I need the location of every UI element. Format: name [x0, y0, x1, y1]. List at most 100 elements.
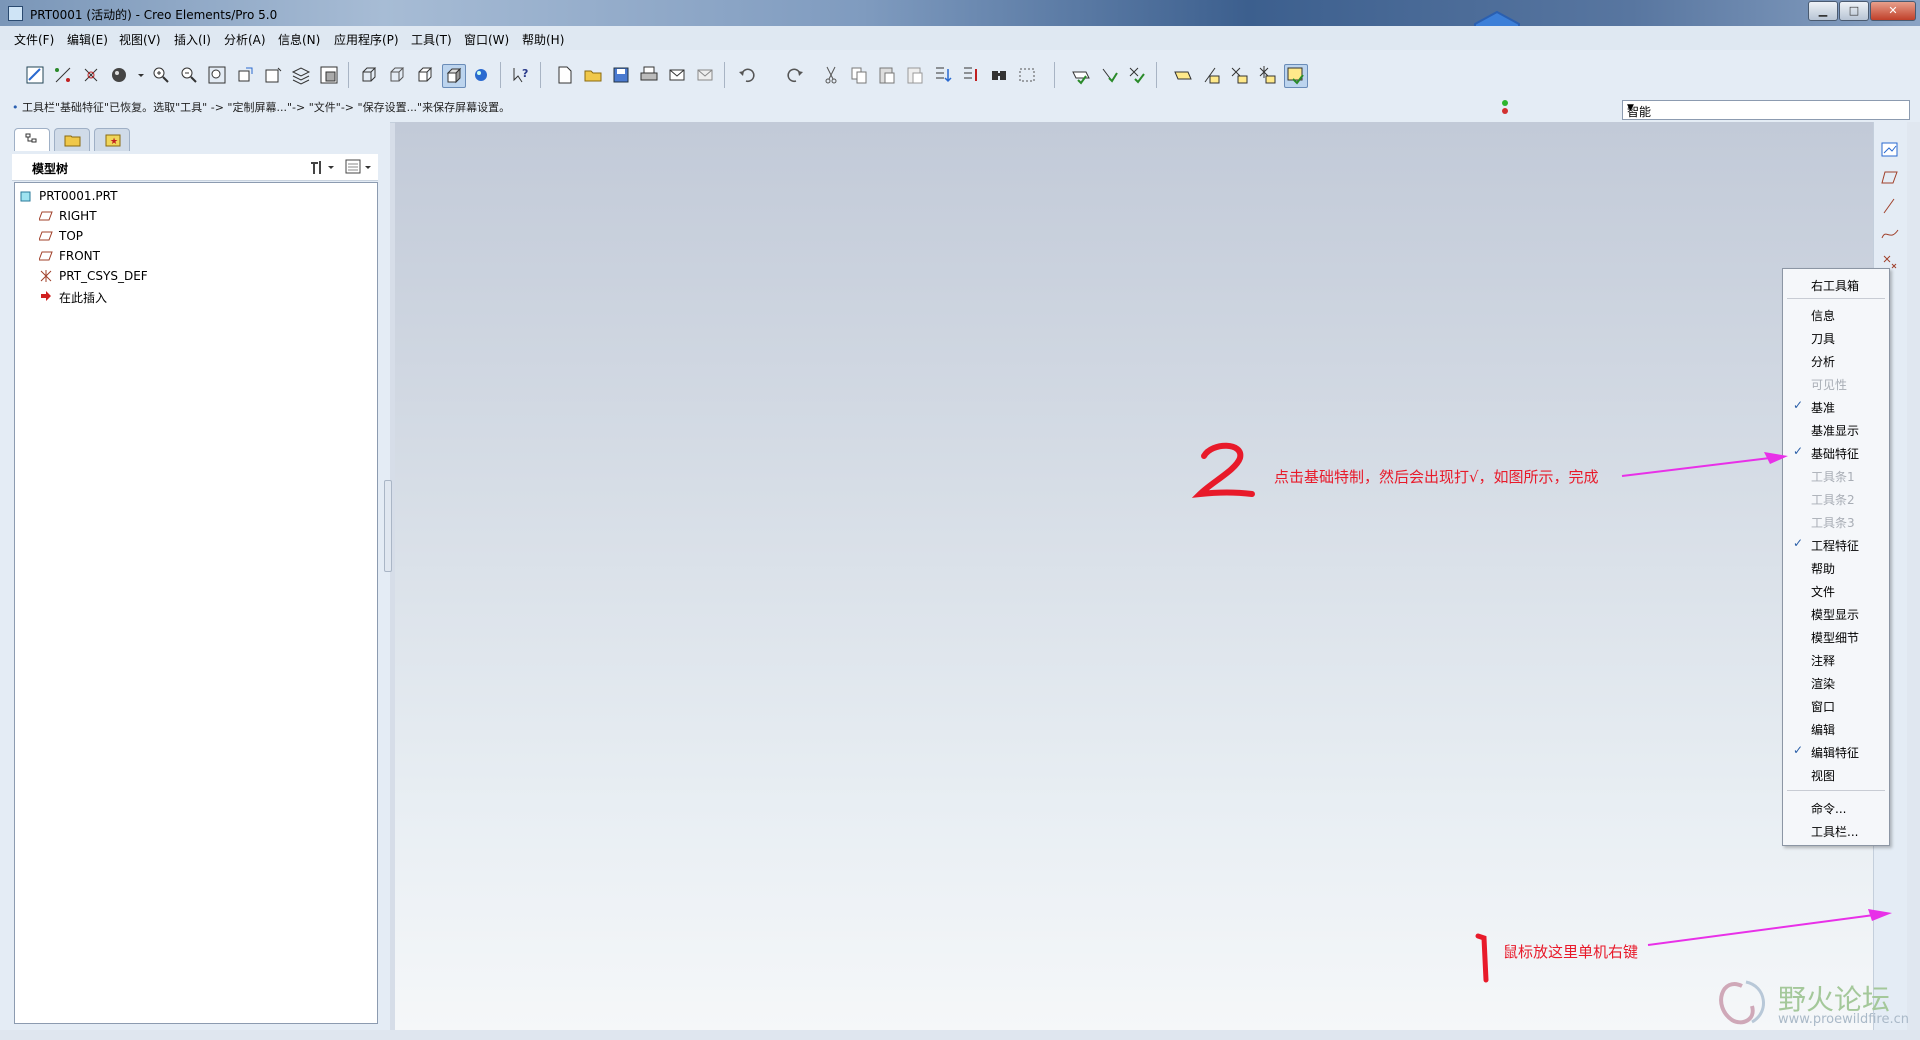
menu-item-6[interactable]: ✓ 基础特征 — [1783, 441, 1889, 463]
hidden-line-icon[interactable] — [386, 64, 408, 86]
view-manager-icon[interactable] — [318, 64, 340, 86]
layer-icon[interactable] — [290, 64, 312, 86]
menu-item-7: 工具条1 — [1783, 464, 1889, 486]
sketch-tool-icon[interactable] — [1880, 140, 1900, 160]
menu-item-label: 注释 — [1811, 654, 1836, 668]
menu-bar: 文件(F) 编辑(E) 视图(V) 插入(I) 分析(A) 信息(N) 应用程序… — [0, 26, 1920, 51]
minimize-button[interactable]: ▁ — [1808, 1, 1838, 21]
show-columns-icon[interactable] — [344, 158, 376, 176]
menu-item-13[interactable]: 模型显示 — [1783, 602, 1889, 624]
axis-display-icon[interactable] — [1200, 64, 1222, 86]
csys-display-icon[interactable] — [1256, 64, 1278, 86]
menu-item-label: 信息 — [1811, 309, 1836, 323]
menu-help[interactable]: 帮助(H) — [522, 31, 564, 48]
point-display-icon[interactable] — [1228, 64, 1250, 86]
menu-item-5[interactable]: 基准显示 — [1783, 418, 1889, 440]
menu-insert[interactable]: 插入(I) — [174, 31, 211, 48]
graphics-viewport[interactable] — [395, 122, 1873, 1030]
appearance-icon[interactable] — [470, 64, 492, 86]
menu-item-10[interactable]: ✓ 工程特征 — [1783, 533, 1889, 555]
menu-edit[interactable]: 编辑(E) — [67, 31, 108, 48]
menu-item-0[interactable]: 信息 — [1783, 303, 1889, 325]
open-file-icon[interactable] — [582, 64, 604, 86]
model-tree-header: 模型树 — [12, 154, 378, 181]
menu-item-label: 渲染 — [1811, 677, 1836, 691]
menu-file[interactable]: 文件(F) — [14, 31, 54, 48]
maximize-button[interactable]: □ — [1839, 1, 1869, 21]
folder-browser-tab[interactable] — [54, 128, 90, 151]
menu-item-15[interactable]: 注释 — [1783, 648, 1889, 670]
new-file-icon[interactable] — [554, 64, 576, 86]
panel-splitter[interactable] — [384, 480, 392, 572]
datum-plane-icon — [39, 231, 53, 241]
cut-icon[interactable] — [820, 64, 842, 86]
datum-point-toggle-icon[interactable] — [1126, 64, 1148, 86]
menu-item-label: 窗口 — [1811, 700, 1836, 714]
menu-item-label: 工具条1 — [1811, 470, 1855, 484]
paste-icon[interactable] — [876, 64, 898, 86]
menu-item-11[interactable]: 帮助 — [1783, 556, 1889, 578]
zoom-out-icon[interactable] — [178, 64, 200, 86]
menu-window[interactable]: 窗口(W) — [464, 31, 509, 48]
model-tree: PRT0001.PRT RIGHT TOP FRONT PRT_CSYS_DEF… — [14, 182, 378, 1024]
whats-this-icon[interactable]: ? — [510, 64, 532, 86]
paste-special-icon[interactable] — [904, 64, 926, 86]
annotation-display-icon[interactable] — [1284, 64, 1308, 88]
menu-item-2[interactable]: 分析 — [1783, 349, 1889, 371]
favorites-tab[interactable]: ★ — [94, 128, 130, 151]
menu-item-right-toolbox[interactable]: 右工具箱 — [1783, 273, 1889, 295]
datum-axis-icon[interactable] — [52, 64, 74, 86]
find-icon[interactable] — [988, 64, 1010, 86]
menu-item-16[interactable]: 渲染 — [1783, 671, 1889, 693]
menu-item-14[interactable]: 模型细节 — [1783, 625, 1889, 647]
model-tree-tab[interactable] — [14, 128, 50, 151]
email-link-icon[interactable] — [694, 64, 716, 86]
selection-box-icon[interactable] — [1016, 64, 1038, 86]
menu-item-4[interactable]: ✓ 基准 — [1783, 395, 1889, 417]
print-icon[interactable] — [638, 64, 660, 86]
redo-icon[interactable] — [784, 64, 806, 86]
menu-tools[interactable]: 工具(T) — [411, 31, 452, 48]
sketch-icon[interactable] — [24, 64, 46, 86]
zoom-in-icon[interactable] — [150, 64, 172, 86]
menu-item-12[interactable]: 文件 — [1783, 579, 1889, 601]
plane-display-icon[interactable] — [1172, 64, 1194, 86]
curve-tool-icon[interactable] — [1880, 224, 1900, 244]
menu-analysis[interactable]: 分析(A) — [224, 31, 266, 48]
menu-item-9: 工具条3 — [1783, 510, 1889, 532]
plane-tool-icon[interactable] — [1880, 168, 1900, 188]
menu-info[interactable]: 信息(N) — [278, 31, 320, 48]
regenerate-icon[interactable] — [932, 64, 954, 86]
copy-icon[interactable] — [848, 64, 870, 86]
regen-manager-icon[interactable] — [960, 64, 982, 86]
undo-icon[interactable] — [736, 64, 758, 86]
datum-plane-toggle-icon[interactable] — [1070, 64, 1092, 86]
shade-sphere-icon[interactable] — [108, 64, 130, 86]
menu-view[interactable]: 视图(V) — [119, 31, 161, 48]
no-hidden-icon[interactable] — [414, 64, 436, 86]
save-icon[interactable] — [610, 64, 632, 86]
datum-point-icon[interactable] — [80, 64, 102, 86]
close-button[interactable]: ✕ — [1870, 1, 1916, 21]
menu-item-18[interactable]: 编辑 — [1783, 717, 1889, 739]
menu-item-20[interactable]: 视图 — [1783, 763, 1889, 785]
axis-tool-icon[interactable] — [1880, 196, 1900, 216]
toolbar-separator — [1054, 62, 1055, 88]
dropdown-icon[interactable] — [130, 64, 144, 86]
menu-item-19[interactable]: ✓ 编辑特征 — [1783, 740, 1889, 762]
menu-item-toolbars[interactable]: 工具栏... — [1783, 819, 1889, 841]
datum-axis-toggle-icon[interactable] — [1098, 64, 1120, 86]
menu-applications[interactable]: 应用程序(P) — [334, 31, 399, 48]
selection-filter-select[interactable]: 智能 ▼ — [1622, 100, 1910, 120]
menu-item-commands[interactable]: 命令... — [1783, 796, 1889, 818]
tree-settings-icon[interactable] — [308, 158, 338, 176]
menu-item-17[interactable]: 窗口 — [1783, 694, 1889, 716]
tree-item-label: PRT_CSYS_DEF — [59, 269, 148, 283]
saved-view-icon[interactable] — [262, 64, 284, 86]
refit-icon[interactable] — [206, 64, 228, 86]
shading-icon[interactable] — [442, 64, 466, 88]
email-icon[interactable] — [666, 64, 688, 86]
menu-item-1[interactable]: 刀具 — [1783, 326, 1889, 348]
wireframe-icon[interactable] — [358, 64, 380, 86]
reorient-icon[interactable] — [234, 64, 256, 86]
